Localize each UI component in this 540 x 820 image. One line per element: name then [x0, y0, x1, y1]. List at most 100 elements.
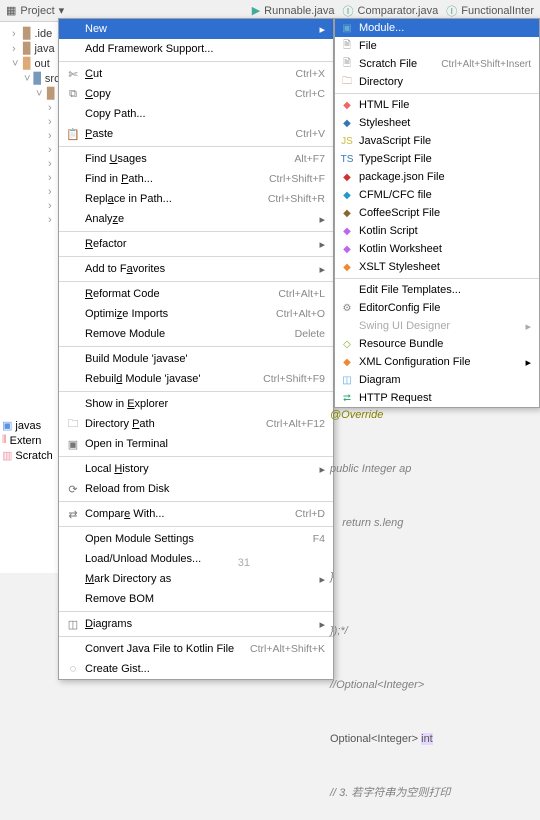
xslt-icon: ◆: [339, 262, 355, 273]
css-icon: ◆: [339, 118, 355, 129]
github-icon: ◌: [65, 663, 81, 675]
compare-icon: ⇄: [65, 508, 81, 521]
new-coffeescript[interactable]: ◆CoffeeScript File: [335, 204, 539, 222]
cfml-icon: ◆: [339, 190, 355, 201]
bundle-icon: ◇: [339, 339, 355, 350]
tree-node-out[interactable]: ˅▉out: [0, 56, 59, 71]
menu-copy-path[interactable]: Copy Path...: [59, 104, 333, 124]
new-directory[interactable]: 🗀Directory: [335, 73, 539, 91]
coffee-icon: ◆: [339, 208, 355, 219]
editor-tab-runnable[interactable]: ▶ Runnable.java: [252, 4, 335, 17]
xml-icon: ◆: [339, 357, 355, 368]
menu-optimize[interactable]: Optimize ImportsCtrl+Alt+O: [59, 304, 333, 324]
context-menu: New▸ Add Framework Support... ✄CutCtrl+X…: [58, 18, 334, 680]
new-edit-templates[interactable]: Edit File Templates...: [335, 281, 539, 299]
editor-tab-comparator[interactable]: Ⓘ Comparator.java: [343, 3, 439, 19]
menu-add-framework[interactable]: Add Framework Support...: [59, 39, 333, 59]
menu-favorites[interactable]: Add to Favorites▸: [59, 259, 333, 279]
new-stylesheet[interactable]: ◆Stylesheet: [335, 114, 539, 132]
ts-icon: TS: [339, 154, 355, 165]
project-tree-lower[interactable]: ▣javas ⫴Extern ▥Scratch: [0, 418, 60, 463]
module-icon: ▣: [339, 23, 355, 34]
menu-remove-bom[interactable]: Remove BOM: [59, 589, 333, 609]
menu-create-gist[interactable]: ◌Create Gist...: [59, 659, 333, 679]
new-editorconfig[interactable]: ⚙EditorConfig File: [335, 299, 539, 317]
tree-node-leaf5[interactable]: ›: [0, 157, 59, 171]
menu-mark-directory[interactable]: Mark Directory as▸: [59, 569, 333, 589]
tree-node-leaf9[interactable]: ›: [0, 213, 59, 227]
cut-icon: ✄: [65, 68, 81, 81]
menu-replace-in-path[interactable]: Replace in Path...Ctrl+Shift+R: [59, 189, 333, 209]
menu-copy[interactable]: ⧉CopyCtrl+C: [59, 84, 333, 104]
menu-cut[interactable]: ✄CutCtrl+X: [59, 64, 333, 84]
copy-icon: ⧉: [65, 88, 81, 101]
menu-open-module-settings[interactable]: Open Module SettingsF4: [59, 529, 333, 549]
menu-new[interactable]: New▸: [59, 19, 333, 39]
tree-node-javase[interactable]: ›▉java: [0, 41, 59, 56]
folder-icon: 🗀: [65, 415, 81, 434]
tree-node-scratch[interactable]: ▥Scratch: [0, 448, 60, 463]
kotlin-ws-icon: ◆: [339, 244, 355, 255]
tree-node-pkg[interactable]: ˅▉: [0, 86, 59, 101]
editor-tab-functional[interactable]: Ⓘ FunctionalInter: [446, 3, 534, 19]
menu-paste[interactable]: 📋PasteCtrl+V: [59, 124, 333, 144]
editor-gutter: 31: [200, 554, 260, 573]
new-package-json[interactable]: ◆package.json File: [335, 168, 539, 186]
new-xml-config[interactable]: ◆XML Configuration File▸: [335, 353, 539, 371]
menu-build-module[interactable]: Build Module 'javase': [59, 349, 333, 369]
new-kotlin-script[interactable]: ◆Kotlin Script: [335, 222, 539, 240]
menu-open-terminal[interactable]: ▣Open in Terminal: [59, 434, 333, 454]
folder-icon: 🗀: [339, 74, 355, 91]
tree-node-javase-iml[interactable]: ▣javas: [0, 418, 60, 433]
new-module[interactable]: ▣Module...: [335, 19, 539, 37]
menu-show-explorer[interactable]: Show in Explorer: [59, 394, 333, 414]
tree-node-src[interactable]: ˅▉src: [0, 71, 59, 86]
npm-icon: ◆: [339, 172, 355, 183]
tree-node-leaf1[interactable]: ›: [0, 101, 59, 115]
editorconfig-icon: ⚙: [339, 303, 355, 314]
tree-node-external[interactable]: ⫴Extern: [0, 433, 60, 448]
js-icon: JS: [339, 136, 355, 147]
menu-directory-path[interactable]: 🗀Directory PathCtrl+Alt+F12: [59, 414, 333, 434]
project-tool-label[interactable]: ▦ Project ▾: [6, 4, 64, 17]
new-swing[interactable]: Swing UI Designer▸: [335, 317, 539, 335]
new-file[interactable]: 🗎File: [335, 37, 539, 55]
new-kotlin-worksheet[interactable]: ◆Kotlin Worksheet: [335, 240, 539, 258]
menu-refactor[interactable]: Refactor▸: [59, 234, 333, 254]
menu-diagrams[interactable]: ◫Diagrams▸: [59, 614, 333, 634]
menu-local-history[interactable]: Local History▸: [59, 459, 333, 479]
tree-node-leaf4[interactable]: ›: [0, 143, 59, 157]
menu-compare-with[interactable]: ⇄Compare With...Ctrl+D: [59, 504, 333, 524]
tree-node-leaf6[interactable]: ›: [0, 171, 59, 185]
terminal-icon: ▣: [65, 438, 81, 451]
new-javascript[interactable]: JSJavaScript File: [335, 132, 539, 150]
tree-node-leaf2[interactable]: ›: [0, 115, 59, 129]
project-tree[interactable]: ›▉.ide ›▉java ˅▉out ˅▉src ˅▉ › › › › › ›…: [0, 22, 60, 573]
menu-find-in-path[interactable]: Find in Path...Ctrl+Shift+F: [59, 169, 333, 189]
menu-reformat[interactable]: Reformat CodeCtrl+Alt+L: [59, 284, 333, 304]
new-html[interactable]: ◆HTML File: [335, 96, 539, 114]
html-icon: ◆: [339, 100, 355, 111]
menu-load-unload[interactable]: Load/Unload Modules...: [59, 549, 333, 569]
paste-icon: 📋: [65, 128, 81, 141]
tree-node-leaf7[interactable]: ›: [0, 185, 59, 199]
reload-icon: ⟳: [65, 483, 81, 496]
new-cfml[interactable]: ◆CFML/CFC file: [335, 186, 539, 204]
menu-rebuild-module[interactable]: Rebuild Module 'javase'Ctrl+Shift+F9: [59, 369, 333, 389]
new-resource-bundle[interactable]: ◇Resource Bundle: [335, 335, 539, 353]
menu-remove-module[interactable]: Remove ModuleDelete: [59, 324, 333, 344]
tree-node-leaf3[interactable]: ›: [0, 129, 59, 143]
new-typescript[interactable]: TSTypeScript File: [335, 150, 539, 168]
tree-node-leaf8[interactable]: ›: [0, 199, 59, 213]
menu-convert-kotlin[interactable]: Convert Java File to Kotlin FileCtrl+Alt…: [59, 639, 333, 659]
menu-find-usages[interactable]: Find UsagesAlt+F7: [59, 149, 333, 169]
menu-analyze[interactable]: Analyze▸: [59, 209, 333, 229]
tree-node-idea[interactable]: ›▉.ide: [0, 26, 59, 41]
new-xslt[interactable]: ◆XSLT Stylesheet: [335, 258, 539, 276]
menu-reload-disk[interactable]: ⟳Reload from Disk: [59, 479, 333, 499]
kotlin-icon: ◆: [339, 226, 355, 237]
editor-code: @Override public Integer ap return s.len…: [330, 370, 540, 820]
new-scratch-file[interactable]: 🗎Scratch FileCtrl+Alt+Shift+Insert: [335, 55, 539, 73]
new-submenu: ▣Module... 🗎File 🗎Scratch FileCtrl+Alt+S…: [334, 18, 540, 408]
diagram-icon: ◫: [65, 618, 81, 631]
